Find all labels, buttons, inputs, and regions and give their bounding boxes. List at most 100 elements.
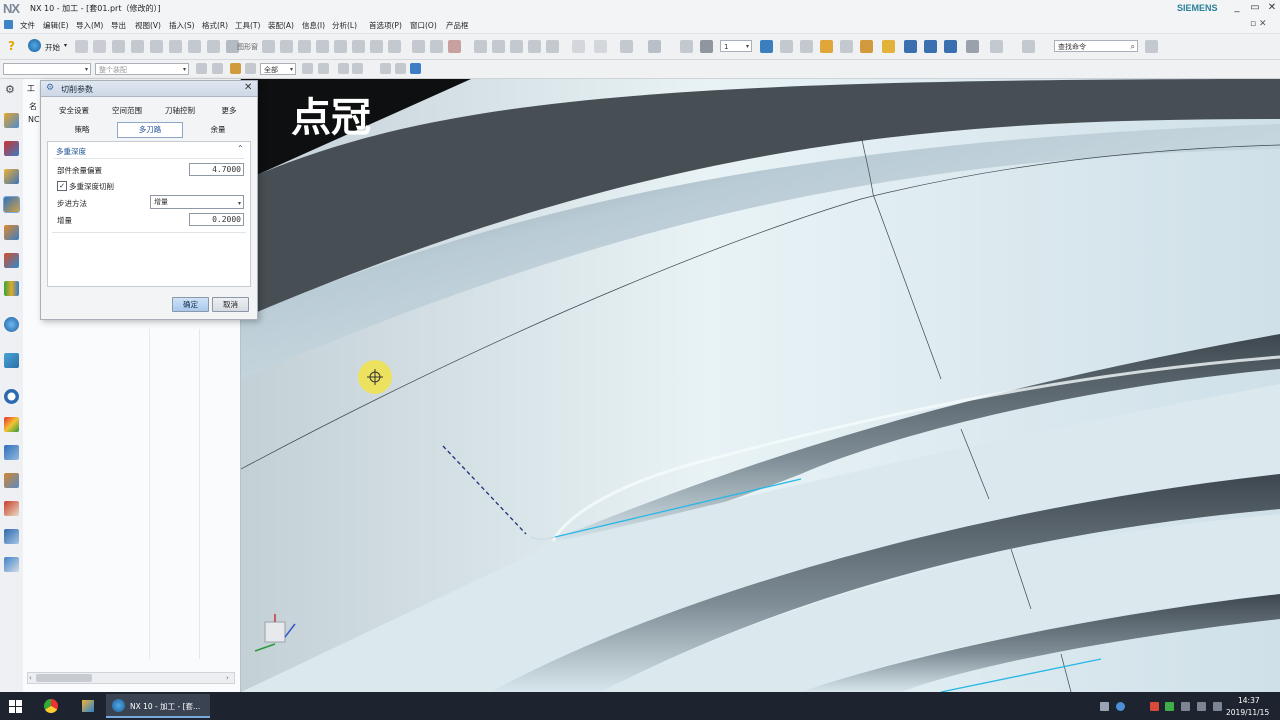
- menu-analysis[interactable]: 分析(L): [332, 20, 357, 31]
- operation-nav-icon[interactable]: [3, 196, 20, 213]
- palette-icon[interactable]: [4, 417, 19, 432]
- verify-icon[interactable]: [316, 40, 329, 53]
- point-icon[interactable]: [594, 40, 607, 53]
- start-button[interactable]: 开始: [45, 42, 60, 53]
- navigator-row[interactable]: NC: [28, 115, 40, 124]
- start-dropdown-icon[interactable]: ▾: [64, 42, 67, 49]
- volume-icon[interactable]: [1197, 702, 1206, 711]
- browser-icon[interactable]: [44, 699, 58, 713]
- tab-space-range[interactable]: 空间范围: [102, 104, 152, 118]
- render-icon[interactable]: [700, 40, 713, 53]
- graphics-viewport[interactable]: 点冠: [241, 79, 1280, 692]
- tab-more[interactable]: 更多: [208, 104, 250, 118]
- tray-network-app-icon[interactable]: [1165, 702, 1174, 711]
- part-nav-icon[interactable]: [4, 169, 19, 184]
- generate-icon[interactable]: [280, 40, 293, 53]
- network-icon[interactable]: [1181, 702, 1190, 711]
- redo-icon[interactable]: [1022, 40, 1035, 53]
- menu-assembly[interactable]: 装配(A): [268, 20, 294, 31]
- maximize-button[interactable]: ▭: [1246, 1, 1264, 15]
- type-filter-select[interactable]: ▾: [3, 63, 91, 75]
- selection-intent-icon[interactable]: [318, 63, 329, 74]
- view-fit-icon[interactable]: [760, 40, 773, 53]
- deselect-icon[interactable]: [212, 63, 223, 74]
- orient-icon[interactable]: [904, 40, 917, 53]
- windows-start-icon[interactable]: [9, 700, 22, 713]
- copy-icon[interactable]: [546, 40, 559, 53]
- tab-safety[interactable]: 安全设置: [49, 104, 99, 118]
- find-command-input[interactable]: 查找命令 ⌕: [1054, 40, 1138, 52]
- save-icon[interactable]: [966, 40, 979, 53]
- snap-icon[interactable]: [680, 40, 693, 53]
- edit-icon[interactable]: [510, 40, 523, 53]
- menu-import[interactable]: 导入(M): [76, 20, 103, 31]
- tab-stock[interactable]: 余量: [193, 123, 243, 137]
- scroll-left-icon[interactable]: ‹: [29, 674, 32, 682]
- multi-depth-checkbox[interactable]: ✓: [57, 181, 67, 191]
- roles-icon[interactable]: [4, 445, 19, 460]
- process-studio-icon[interactable]: [4, 501, 19, 516]
- help-icon[interactable]: ?: [8, 40, 18, 53]
- section-icon[interactable]: [860, 40, 873, 53]
- object-icon[interactable]: [430, 40, 443, 53]
- snap-point-icon[interactable]: [245, 63, 256, 74]
- tray-input-icon[interactable]: [1100, 702, 1109, 711]
- synchronize-icon[interactable]: [492, 40, 505, 53]
- measure-icon[interactable]: [474, 40, 487, 53]
- tab-tool-axis[interactable]: 刀轴控制: [155, 104, 205, 118]
- create-operation-icon[interactable]: [188, 40, 201, 53]
- web-browser-icon[interactable]: [4, 317, 19, 332]
- transform-icon[interactable]: [412, 40, 425, 53]
- wireframe-icon[interactable]: [840, 40, 853, 53]
- increment-input[interactable]: 0.2000: [189, 213, 244, 226]
- tray-app-icon[interactable]: [1116, 702, 1125, 711]
- select-all-icon[interactable]: [196, 63, 207, 74]
- filter-icon[interactable]: [230, 63, 241, 74]
- dialog-close-icon[interactable]: ✕: [244, 82, 252, 93]
- shop-doc-icon[interactable]: [352, 40, 365, 53]
- system-material-icon[interactable]: [4, 473, 19, 488]
- minimize-button[interactable]: _: [1228, 1, 1246, 15]
- menu-format[interactable]: 格式(R): [202, 20, 228, 31]
- shape-icon[interactable]: [620, 40, 633, 53]
- menu-info[interactable]: 信息(I): [302, 20, 325, 31]
- layer-icon[interactable]: [528, 40, 541, 53]
- snap-center-icon[interactable]: [338, 63, 349, 74]
- dialog-title-bar[interactable]: ⚙ 切削参数 ✕: [41, 81, 257, 97]
- feature-nav-icon[interactable]: [4, 557, 19, 572]
- history-icon[interactable]: [4, 353, 19, 368]
- menu-preferences[interactable]: 首选项(P): [369, 20, 402, 31]
- clock-icon[interactable]: [4, 389, 19, 404]
- menu-product-frame[interactable]: 产品框: [446, 20, 469, 31]
- menu-tools[interactable]: 工具(T): [235, 20, 260, 31]
- nx-menu-icon[interactable]: [4, 20, 13, 29]
- selection-mode-icon[interactable]: [302, 63, 313, 74]
- layer-settings-icon[interactable]: [410, 63, 421, 74]
- shaded-icon[interactable]: [820, 40, 833, 53]
- box-select-icon[interactable]: [352, 63, 363, 74]
- part-model[interactable]: [241, 79, 1280, 692]
- ime-icon[interactable]: [1213, 702, 1222, 711]
- layer-select[interactable]: 1 ▾: [720, 40, 752, 52]
- machine-nav-icon[interactable]: [4, 225, 19, 240]
- drafting-icon[interactable]: [882, 40, 895, 53]
- tab-strategy[interactable]: 策略: [57, 123, 107, 137]
- start-icon[interactable]: [28, 39, 41, 52]
- assembly-filter-select[interactable]: 整个装配 ▾: [95, 63, 189, 75]
- orient-3-icon[interactable]: [944, 40, 957, 53]
- constraint-nav-icon[interactable]: [4, 141, 19, 156]
- create-program-icon[interactable]: [112, 40, 125, 53]
- rotate-icon[interactable]: [800, 40, 813, 53]
- menubar-restore-icon[interactable]: ▫ ✕: [1250, 19, 1267, 29]
- postprocess-icon[interactable]: [334, 40, 347, 53]
- new-file-icon[interactable]: [75, 40, 88, 53]
- menu-edit[interactable]: 编辑(E): [43, 20, 69, 31]
- zoom-icon[interactable]: [780, 40, 793, 53]
- library-icon[interactable]: [4, 253, 19, 268]
- view-icon[interactable]: [395, 63, 406, 74]
- feature-icon[interactable]: [388, 40, 401, 53]
- menu-insert[interactable]: 插入(S): [169, 20, 195, 31]
- close-window-button[interactable]: ✕: [1263, 1, 1280, 15]
- step-method-select[interactable]: 增量 ▾: [150, 195, 244, 209]
- output-cls-icon[interactable]: [370, 40, 383, 53]
